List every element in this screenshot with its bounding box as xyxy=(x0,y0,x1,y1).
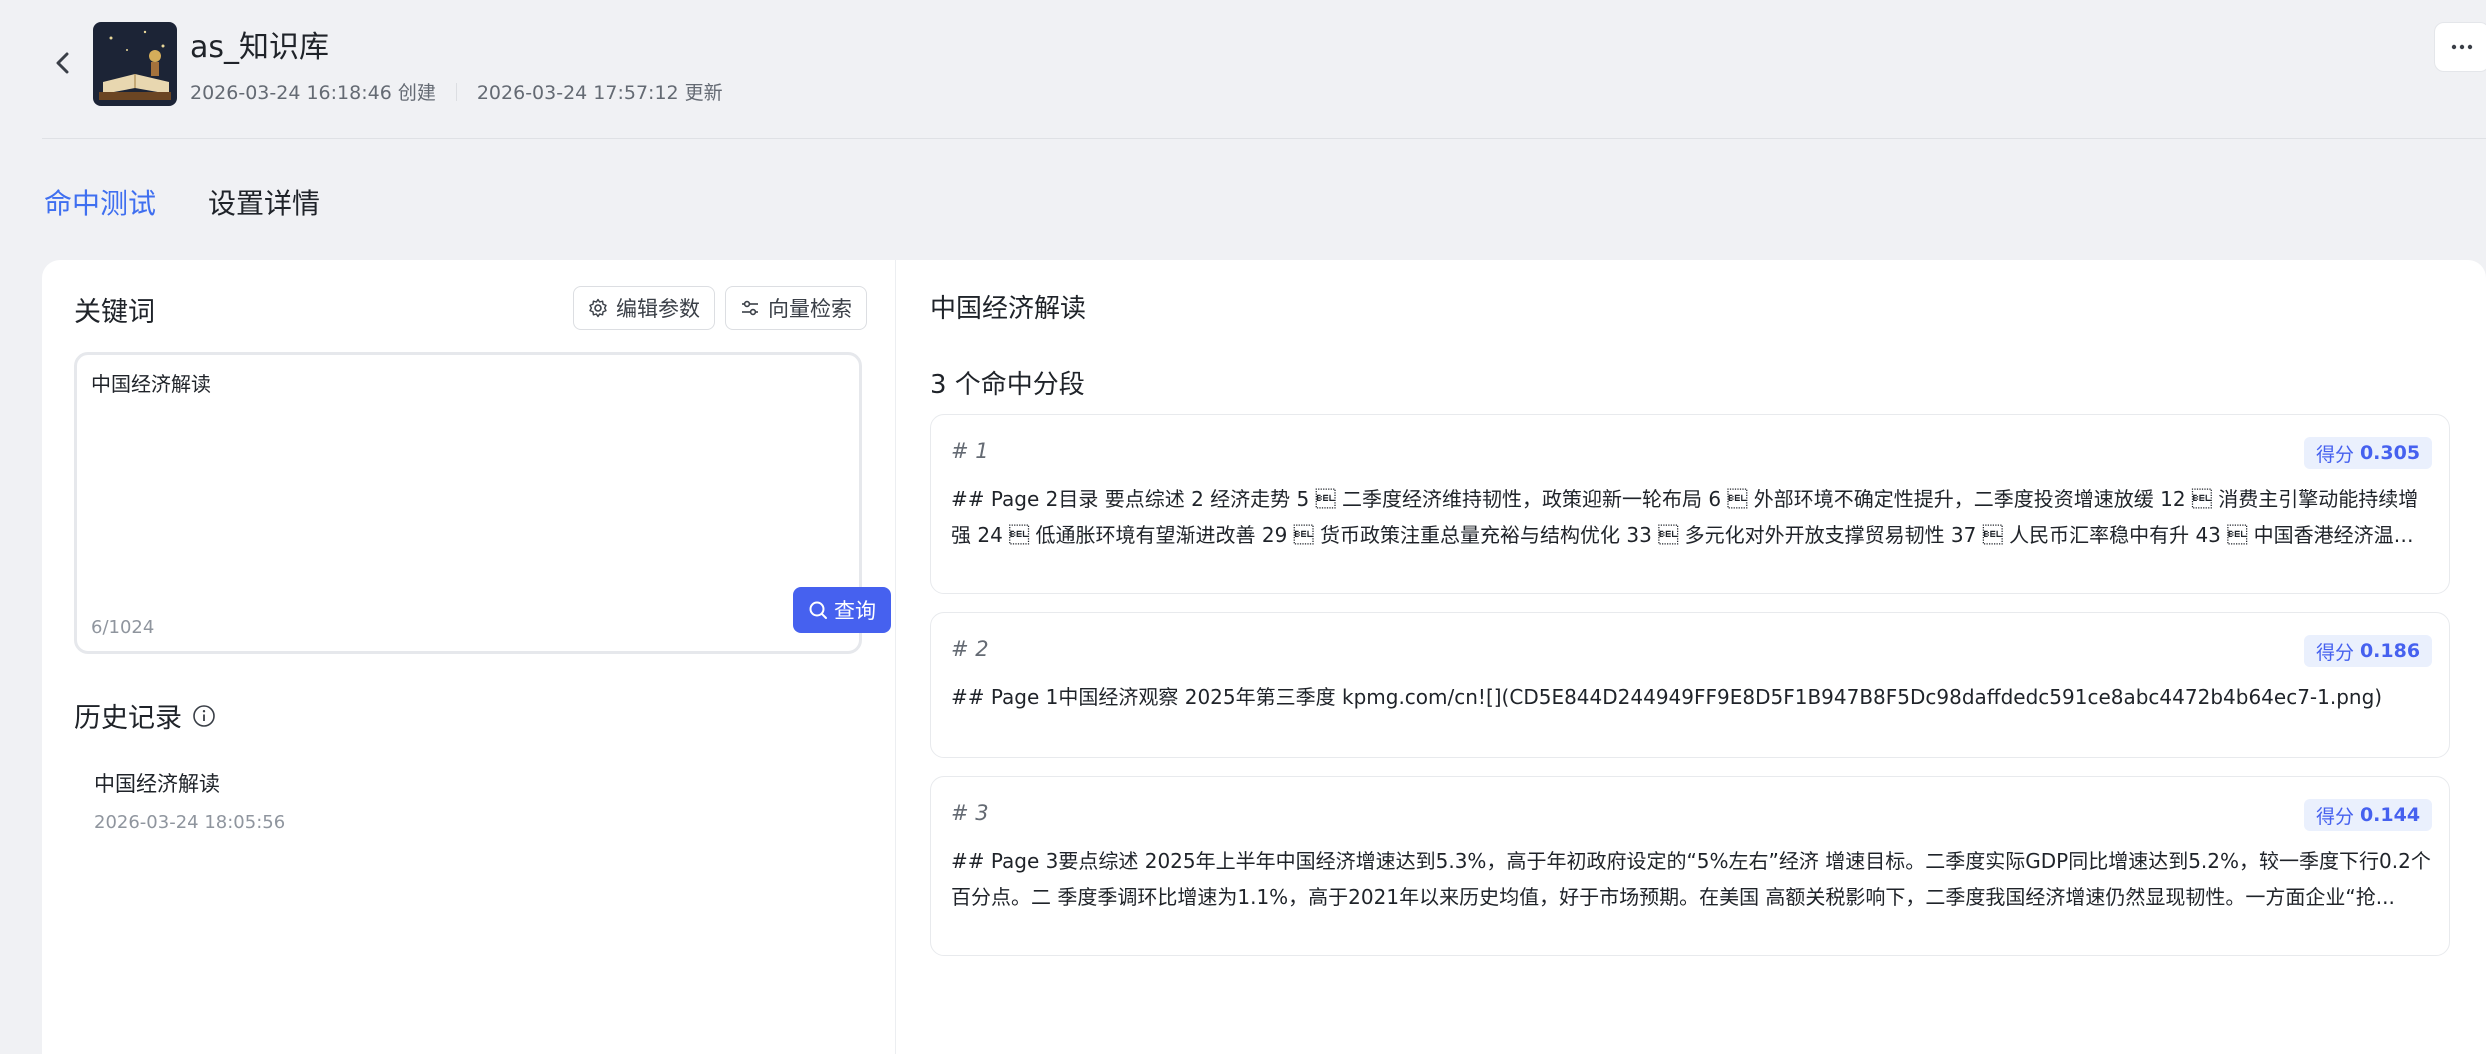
header: as_知识库 2026-03-24 16:18:46 创建 2026-03-24… xyxy=(0,0,2486,140)
result-text: ## Page 3要点综述 2025年上半年中国经济增速达到5.3%，高于年初政… xyxy=(951,849,2431,909)
result-text: ## Page 1中国经济观察 2025年第三季度 kpmg.com/cn![]… xyxy=(951,685,2383,709)
result-index: # 3 xyxy=(951,801,989,825)
result-text: ## Page 2目录 要点综述 2 经济走势 5  二季度经济维持韧性，政策… xyxy=(951,487,2419,547)
query-button[interactable]: 查询 xyxy=(793,587,891,633)
info-icon[interactable] xyxy=(192,704,216,728)
score-value: 0.305 xyxy=(2359,442,2421,464)
meta-info: 2026-03-24 16:18:46 创建 2026-03-24 17:57:… xyxy=(190,78,723,105)
header-divider xyxy=(42,138,2486,139)
query-panel: 关键词 编辑参数 向量检索 中国经济解读 6/1024 查询 历史记录 中国经济… xyxy=(42,260,896,1054)
edit-params-button[interactable]: 编辑参数 xyxy=(573,286,715,330)
knowledge-base-avatar xyxy=(93,22,177,106)
more-horizontal-icon xyxy=(2451,44,2473,50)
history-query: 中国经济解读 xyxy=(94,772,220,796)
history-item[interactable]: 中国经济解读 2026-03-24 18:05:56 xyxy=(74,754,864,848)
more-options-button[interactable] xyxy=(2434,22,2486,72)
edit-params-label: 编辑参数 xyxy=(616,297,700,321)
sliders-icon xyxy=(742,300,758,316)
history-time: 2026-03-24 18:05:56 xyxy=(94,812,286,833)
updated-time: 2026-03-24 17:57:12 更新 xyxy=(476,82,723,104)
back-button[interactable] xyxy=(46,46,80,80)
query-button-label: 查询 xyxy=(834,599,876,623)
score-badge: 得分 0.305 xyxy=(2304,437,2432,469)
history-label: 历史记录 xyxy=(74,703,182,734)
hit-count: 3 个命中分段 xyxy=(930,370,1085,400)
result-card[interactable]: # 1 得分 0.305 ## Page 2目录 要点综述 2 经济走势 5 … xyxy=(930,414,2450,594)
score-badge: 得分 0.186 xyxy=(2304,635,2432,667)
history-header: 历史记录 xyxy=(74,696,216,735)
meta-divider xyxy=(455,82,457,101)
score-badge: 得分 0.144 xyxy=(2304,799,2432,831)
score-value: 0.144 xyxy=(2359,804,2421,826)
score-label: 得分 xyxy=(2315,641,2354,664)
tab-bar: 命中测试 设置详情 xyxy=(44,182,320,222)
result-index: # 2 xyxy=(951,637,989,661)
created-time: 2026-03-24 16:18:46 创建 xyxy=(190,82,436,104)
char-counter: 6/1024 xyxy=(91,617,155,638)
tab-settings[interactable]: 设置详情 xyxy=(208,182,320,222)
result-card[interactable]: # 3 得分 0.144 ## Page 3要点综述 2025年上半年中国经济增… xyxy=(930,776,2450,956)
search-icon xyxy=(809,601,827,619)
vector-search-button[interactable]: 向量检索 xyxy=(725,286,867,330)
result-index: # 1 xyxy=(951,439,989,463)
score-label: 得分 xyxy=(2315,805,2354,828)
vector-search-label: 向量检索 xyxy=(768,297,852,321)
score-value: 0.186 xyxy=(2359,640,2421,662)
score-label: 得分 xyxy=(2315,443,2354,466)
tab-hit-test[interactable]: 命中测试 xyxy=(44,182,156,222)
result-card[interactable]: # 2 得分 0.186 ## Page 1中国经济观察 2025年第三季度 k… xyxy=(930,612,2450,758)
results-panel: 中国经济解读 3 个命中分段 # 1 得分 0.305 ## Page 2目录 … xyxy=(896,260,2486,1054)
knowledge-base-title: as_知识库 xyxy=(190,30,330,65)
query-box: 中国经济解读 6/1024 查询 xyxy=(74,352,891,654)
keyword-label: 关键词 xyxy=(74,297,155,328)
query-input[interactable]: 中国经济解读 xyxy=(91,369,841,569)
gear-icon xyxy=(589,298,607,318)
result-query-title: 中国经济解读 xyxy=(930,294,1087,324)
chevron-left-icon xyxy=(56,52,69,74)
